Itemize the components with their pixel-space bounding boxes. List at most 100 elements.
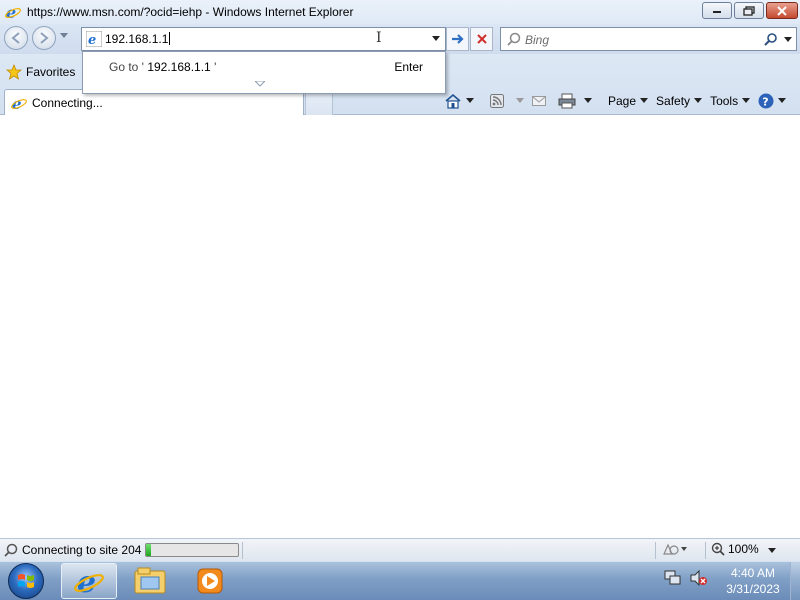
help-icon: ? <box>758 93 774 109</box>
home-button[interactable] <box>444 93 474 109</box>
page-menu-label: Page <box>608 94 637 108</box>
print-button[interactable] <box>558 93 592 109</box>
i-beam-cursor-icon: I <box>376 30 382 46</box>
taskbar-media-player[interactable] <box>182 563 238 599</box>
tools-dropdown-icon <box>742 98 751 103</box>
window-title: https://www.msn.com/?ocid=iehp - Windows… <box>27 5 354 19</box>
security-zone[interactable] <box>662 542 688 556</box>
go-to-prefix: Go to ' <box>109 60 144 74</box>
navigation-bar: e 192.168.1.1 I Bing <box>0 24 800 54</box>
help-dropdown-icon <box>778 98 787 103</box>
close-icon <box>777 5 787 16</box>
go-to-suffix: ' <box>214 60 217 74</box>
close-button[interactable] <box>766 2 798 19</box>
favorites-button[interactable]: Favorites <box>6 62 75 82</box>
zoom-control[interactable]: 100% <box>711 542 759 556</box>
print-icon <box>558 93 576 109</box>
status-divider <box>655 542 656 559</box>
go-to-target: 192.168.1.1 <box>147 60 211 74</box>
go-arrow-icon <box>451 34 464 44</box>
address-dropdown-icon[interactable] <box>432 36 440 42</box>
search-provider-icon <box>507 32 521 46</box>
internet-explorer-icon: e <box>74 566 104 596</box>
svg-text:?: ? <box>762 96 768 109</box>
address-bar[interactable]: e 192.168.1.1 I <box>81 27 446 51</box>
volume-muted-icon[interactable] <box>690 570 708 586</box>
tools-menu-label: Tools <box>710 94 739 108</box>
clock-time: 4:40 AM <box>730 566 776 580</box>
read-mail-button[interactable] <box>532 96 546 106</box>
recent-pages-dropdown-icon[interactable] <box>60 33 68 39</box>
rss-feed-icon <box>490 94 504 108</box>
clock[interactable]: 4:40 AM 3/31/2023 <box>714 565 792 597</box>
zoom-dropdown-icon[interactable] <box>768 548 776 554</box>
back-button[interactable] <box>4 26 28 50</box>
restore-icon <box>743 5 755 16</box>
page-content[interactable] <box>0 116 800 538</box>
show-desktop-button[interactable] <box>790 562 800 600</box>
feeds-dropdown-icon[interactable] <box>516 98 524 104</box>
safety-menu[interactable]: Safety <box>656 94 703 108</box>
command-bar: Page Safety Tools ? <box>444 90 794 112</box>
title-bar: e https://www.msn.com/?ocid=iehp - Windo… <box>0 0 800 24</box>
go-button[interactable] <box>446 27 469 51</box>
page-menu[interactable]: Page <box>608 94 649 108</box>
system-tray <box>664 570 708 586</box>
home-dropdown-icon[interactable] <box>466 98 474 104</box>
internet-explorer-icon: e <box>11 95 27 111</box>
svg-text:e: e <box>88 33 96 47</box>
go-to-suggestion[interactable]: Go to ' 192.168.1.1 ' <box>109 60 216 74</box>
stop-icon <box>476 34 487 44</box>
status-text: Connecting to site 204 <box>22 543 142 557</box>
forward-button[interactable] <box>32 26 56 50</box>
zoom-level: 100% <box>728 542 759 556</box>
zoom-icon <box>711 542 725 556</box>
search-box[interactable]: Bing <box>500 27 797 51</box>
network-icon[interactable] <box>664 570 682 586</box>
page-icon: e <box>86 31 102 47</box>
forward-arrow-icon <box>40 32 49 44</box>
home-icon <box>445 93 461 109</box>
mail-icon <box>532 96 546 106</box>
expand-suggestions-icon[interactable] <box>255 81 265 87</box>
status-divider <box>705 542 706 559</box>
search-placeholder: Bing <box>525 33 550 47</box>
status-divider <box>242 542 243 559</box>
address-input[interactable]: 192.168.1.1 <box>105 32 171 46</box>
print-dropdown-icon[interactable] <box>584 98 592 104</box>
feeds-button[interactable] <box>490 94 524 108</box>
taskbar-windows-explorer[interactable] <box>122 563 178 599</box>
star-icon <box>6 64 22 80</box>
protected-mode-icon <box>663 543 687 555</box>
progress-fill <box>146 544 151 556</box>
loading-progress-bar <box>145 543 239 557</box>
favorites-label: Favorites <box>26 65 76 79</box>
restore-button[interactable] <box>734 2 764 19</box>
minimize-button[interactable] <box>702 2 732 19</box>
start-orb-icon <box>18 574 34 588</box>
enter-hint: Enter <box>394 60 423 74</box>
start-button[interactable] <box>8 563 44 599</box>
taskbar-internet-explorer[interactable]: e <box>61 563 117 599</box>
status-bar: Connecting to site 204 100% <box>0 538 800 561</box>
search-status-icon <box>4 543 18 557</box>
address-autocomplete-dropdown: Go to ' 192.168.1.1 ' Enter <box>82 51 446 94</box>
clock-date: 3/31/2023 <box>726 582 780 596</box>
safety-dropdown-icon <box>694 98 703 103</box>
safety-menu-label: Safety <box>656 94 691 108</box>
page-dropdown-icon <box>640 98 649 103</box>
tab-label: Connecting... <box>32 95 103 110</box>
media-player-icon <box>197 568 223 594</box>
tools-menu[interactable]: Tools <box>710 94 751 108</box>
search-dropdown-icon[interactable] <box>784 37 792 43</box>
minimize-icon <box>713 10 721 13</box>
search-icon[interactable] <box>764 32 778 46</box>
back-arrow-icon <box>11 32 20 44</box>
internet-explorer-icon: e <box>5 4 21 20</box>
stop-button[interactable] <box>470 27 493 51</box>
windows-explorer-icon <box>134 567 166 594</box>
address-value: 192.168.1.1 <box>105 32 169 46</box>
text-caret <box>169 32 171 45</box>
taskbar: e 4:40 AM 3/31/2023 <box>0 561 800 600</box>
help-menu[interactable]: ? <box>758 93 787 109</box>
